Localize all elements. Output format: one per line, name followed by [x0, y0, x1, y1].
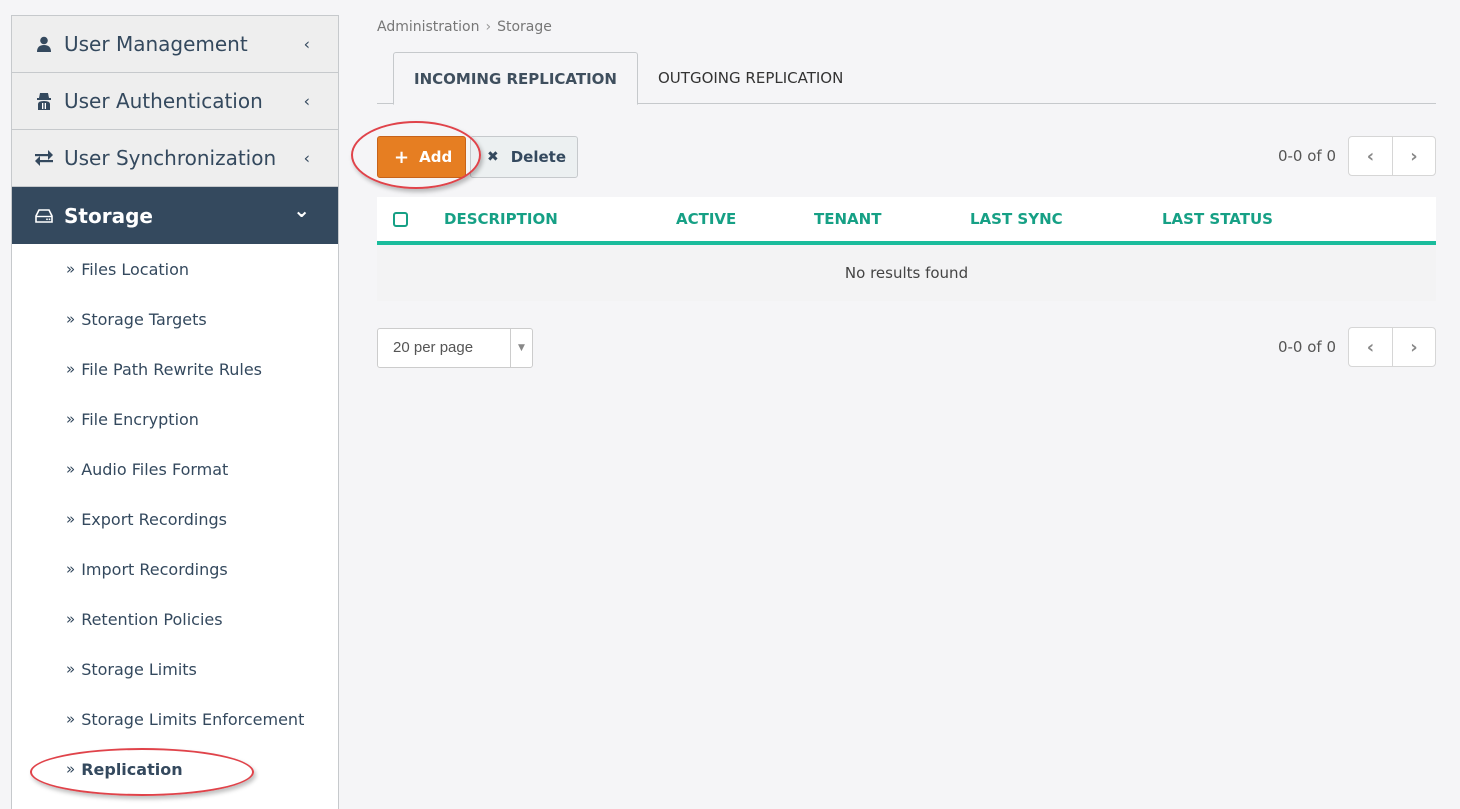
nav-group-storage[interactable]: Storage ⌄: [12, 187, 338, 244]
nav-group-label: User Synchronization: [64, 146, 277, 170]
sidebar-item-label: Storage Limits: [81, 659, 197, 679]
column-header-last-sync[interactable]: LAST SYNC: [970, 210, 1063, 228]
double-chevron-icon: »: [66, 760, 76, 778]
column-header-active[interactable]: ACTIVE: [676, 210, 736, 228]
column-header-tenant[interactable]: TENANT: [814, 210, 881, 228]
column-header-last-status[interactable]: LAST STATUS: [1162, 210, 1273, 228]
double-chevron-icon: »: [66, 460, 76, 478]
sidebar-item-file-encryption[interactable]: » File Encryption: [12, 394, 338, 444]
per-page-value: 20 per page: [393, 339, 474, 356]
sidebar-item-label: Retention Policies: [81, 609, 223, 629]
sidebar-item-import-recordings[interactable]: » Import Recordings: [12, 544, 338, 594]
double-chevron-icon: »: [66, 410, 76, 428]
double-chevron-icon: »: [66, 610, 76, 628]
table-header: DESCRIPTION ACTIVE TENANT LAST SYNC LAST…: [377, 197, 1436, 245]
chevron-left-icon[interactable]: ‹: [1349, 137, 1392, 175]
sidebar-item-storage-limits[interactable]: » Storage Limits: [12, 644, 338, 694]
pager-buttons: ‹ ›: [1348, 327, 1436, 367]
double-chevron-icon: »: [66, 660, 76, 678]
nav-group-label: User Authentication: [64, 89, 263, 113]
toolbar: + Add ✖ Delete: [377, 136, 578, 178]
chevron-left-icon: ‹: [303, 34, 310, 54]
add-button[interactable]: + Add: [377, 136, 466, 178]
chevron-left-icon: ‹: [303, 91, 310, 111]
sidebar-item-files-location[interactable]: » Files Location: [12, 244, 338, 294]
sidebar-item-label: Files Location: [81, 259, 190, 279]
chevron-down-icon: ⌄: [293, 197, 310, 222]
per-page-select[interactable]: 20 per page ▼: [377, 328, 533, 368]
nav-group-label: Storage: [64, 203, 153, 228]
empty-state: No results found: [377, 245, 1436, 301]
pager-top: 0-0 of 0 ‹ ›: [1278, 136, 1436, 176]
sidebar: User Management ‹ User Authentication ‹ …: [11, 15, 339, 809]
column-header-description[interactable]: DESCRIPTION: [444, 210, 558, 228]
nav-group-label: User Management: [64, 32, 248, 56]
sidebar-item-retention-policies[interactable]: » Retention Policies: [12, 594, 338, 644]
delete-button[interactable]: ✖ Delete: [470, 136, 578, 178]
sidebar-item-label: File Encryption: [81, 409, 199, 429]
sidebar-item-replication[interactable]: » Replication: [12, 744, 338, 794]
tab-outgoing-replication[interactable]: OUTGOING REPLICATION: [638, 52, 863, 104]
breadcrumb: Administration › Storage: [377, 19, 552, 35]
tab-bar: INCOMING REPLICATION OUTGOING REPLICATIO…: [377, 52, 1436, 105]
breadcrumb-item-administration[interactable]: Administration: [377, 19, 479, 35]
chevron-left-icon[interactable]: ‹: [1349, 328, 1392, 366]
add-button-label: Add: [419, 148, 453, 166]
nav-group-user-synchronization[interactable]: User Synchronization ‹: [12, 130, 338, 187]
pager-bottom: 0-0 of 0 ‹ ›: [1278, 327, 1436, 367]
chevron-right-icon[interactable]: ›: [1392, 328, 1435, 366]
tab-incoming-replication[interactable]: INCOMING REPLICATION: [393, 52, 638, 105]
pager-count: 0-0 of 0: [1277, 147, 1336, 165]
sidebar-item-label: Storage Targets: [81, 309, 207, 329]
double-chevron-icon: »: [66, 260, 76, 278]
select-all-checkbox[interactable]: [393, 211, 408, 227]
delete-button-label: Delete: [510, 148, 567, 166]
replication-table: DESCRIPTION ACTIVE TENANT LAST SYNC LAST…: [377, 197, 1436, 301]
sidebar-item-label: Storage Limits Enforcement: [81, 709, 305, 729]
sidebar-item-export-recordings[interactable]: » Export Recordings: [12, 494, 338, 544]
double-chevron-icon: »: [66, 360, 76, 378]
sidebar-item-audio-files-format[interactable]: » Audio Files Format: [12, 444, 338, 494]
sidebar-item-label: Audio Files Format: [81, 459, 229, 479]
caret-down-icon: ▼: [510, 329, 532, 367]
storage-submenu: » Files Location » Storage Targets » File P…: [12, 244, 338, 794]
breadcrumb-item-storage: Storage: [497, 19, 552, 35]
sidebar-item-label: File Path Rewrite Rules: [81, 359, 262, 379]
breadcrumb-separator-icon: ›: [485, 19, 492, 35]
spy-icon: [34, 91, 54, 111]
nav-group-user-authentication[interactable]: User Authentication ‹: [12, 73, 338, 130]
pager-count: 0-0 of 0: [1277, 338, 1336, 356]
sidebar-item-label: Replication: [81, 759, 183, 779]
double-chevron-icon: »: [66, 510, 76, 528]
chevron-right-icon[interactable]: ›: [1392, 137, 1435, 175]
user-icon: [34, 34, 54, 54]
sidebar-item-label: Import Recordings: [81, 559, 228, 579]
double-chevron-icon: »: [66, 310, 76, 328]
pager-buttons: ‹ ›: [1348, 136, 1436, 176]
sidebar-item-file-path-rewrite-rules[interactable]: » File Path Rewrite Rules: [12, 344, 338, 394]
sidebar-item-storage-limits-enforcement[interactable]: » Storage Limits Enforcement: [12, 694, 338, 744]
close-icon: ✖: [487, 149, 499, 165]
double-chevron-icon: »: [66, 560, 76, 578]
sidebar-item-storage-targets[interactable]: » Storage Targets: [12, 294, 338, 344]
sidebar-item-label: Export Recordings: [81, 509, 228, 529]
double-chevron-icon: »: [66, 710, 76, 728]
nav-group-user-management[interactable]: User Management ‹: [12, 16, 338, 73]
plus-icon: +: [394, 146, 410, 168]
exchange-icon: [34, 148, 54, 168]
chevron-left-icon: ‹: [303, 148, 310, 168]
hdd-icon: [34, 206, 54, 226]
